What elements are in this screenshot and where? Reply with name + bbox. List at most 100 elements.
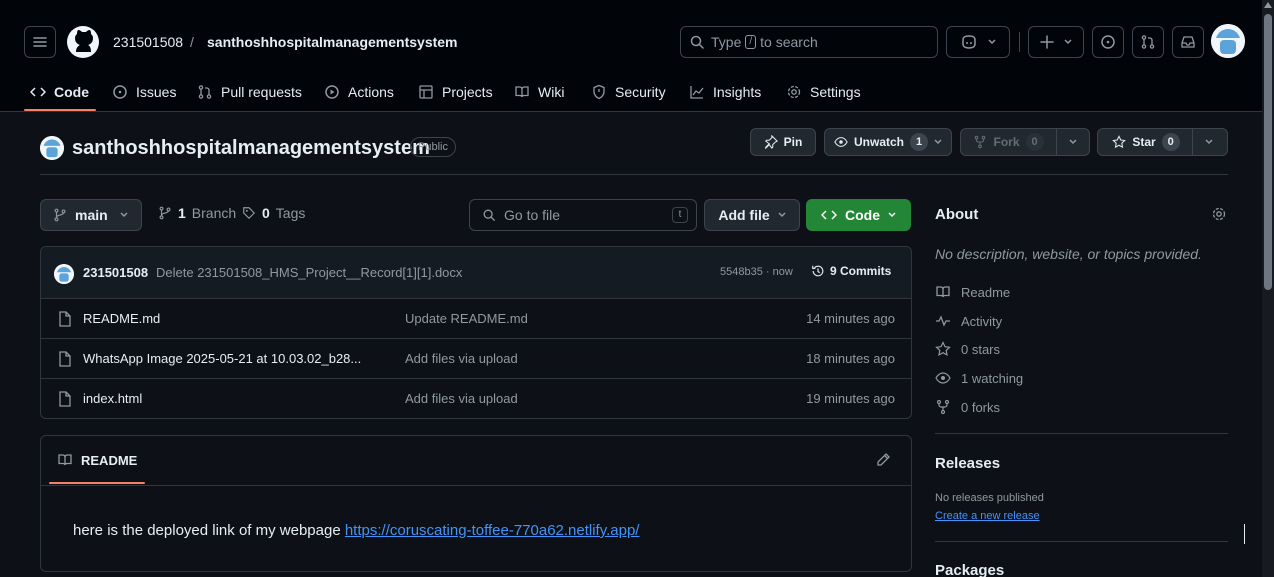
table-row[interactable]: WhatsApp Image 2025-05-21 at 10.03.02_b2… xyxy=(41,339,911,379)
readme-link[interactable]: Readme xyxy=(935,284,1010,300)
activity-link[interactable]: Activity xyxy=(935,313,1002,329)
avatar[interactable] xyxy=(1211,24,1245,58)
fork-icon xyxy=(936,399,950,415)
add-file-button[interactable]: Add file xyxy=(704,199,800,231)
top-bar: 231501508 / santhoshhospitalmanagementsy… xyxy=(0,0,1262,72)
scrollbar-thumb[interactable] xyxy=(1264,14,1272,290)
readme-tab[interactable]: README xyxy=(57,452,137,468)
go-to-file-input[interactable]: Go to file t xyxy=(469,199,697,231)
scrollbar[interactable] xyxy=(1262,0,1274,577)
create-release-link[interactable]: Create a new release xyxy=(935,510,1040,522)
play-icon xyxy=(325,85,339,99)
about-description: No description, website, or topics provi… xyxy=(935,246,1202,262)
tab-projects[interactable]: Projects xyxy=(418,80,493,104)
watch-counter: 1 xyxy=(910,133,928,151)
tab-label: Settings xyxy=(810,84,861,100)
stars-link[interactable]: 0 stars xyxy=(935,341,1000,357)
scroll-up-arrow-icon[interactable] xyxy=(1264,2,1272,8)
inbox-button[interactable] xyxy=(1172,26,1204,58)
file-icon xyxy=(59,391,71,407)
sidebar-item-label: 0 stars xyxy=(961,341,1001,357)
search-icon xyxy=(690,35,704,49)
fork-button[interactable]: Fork 0 xyxy=(960,128,1090,156)
table-row[interactable]: README.md Update README.md 14 minutes ag… xyxy=(41,299,911,339)
tab-security[interactable]: Security xyxy=(591,80,666,104)
tab-label: Wiki xyxy=(538,84,565,100)
pin-icon xyxy=(764,135,778,149)
sidebar-item-label: Readme xyxy=(961,284,1011,300)
deployed-link[interactable]: https://coruscating-toffee-770a62.netlif… xyxy=(345,522,640,539)
tab-pull-requests[interactable]: Pull requests xyxy=(197,80,302,104)
search-prefix: Type xyxy=(711,34,742,50)
pin-label: Pin xyxy=(783,135,803,149)
github-logo[interactable] xyxy=(66,25,100,59)
pulse-icon xyxy=(936,315,950,327)
tab-insights[interactable]: Insights xyxy=(689,80,761,104)
commit-author-avatar[interactable] xyxy=(54,264,74,284)
packages-heading[interactable]: Packages xyxy=(935,562,1004,577)
gear-icon xyxy=(787,85,801,99)
unwatch-button[interactable]: Unwatch 1 xyxy=(824,128,952,156)
pin-button[interactable]: Pin xyxy=(750,128,816,156)
tab-wiki[interactable]: Wiki xyxy=(514,80,564,104)
commit-message[interactable]: Delete 231501508_HMS_Project__Record[1][… xyxy=(156,265,462,280)
breadcrumb-owner[interactable]: 231501508 xyxy=(113,32,183,52)
file-name[interactable]: README.md xyxy=(83,311,160,326)
tab-actions[interactable]: Actions xyxy=(324,80,394,104)
branch-select-button[interactable]: main xyxy=(40,199,142,231)
tab-label: Projects xyxy=(442,84,493,100)
plus-icon xyxy=(1040,35,1054,49)
readme-text: here is the deployed link of my webpage xyxy=(73,522,345,539)
branch-icon xyxy=(54,208,66,222)
star-button[interactable]: Star 0 xyxy=(1097,128,1228,156)
tab-label: Insights xyxy=(713,84,762,100)
forks-link[interactable]: 0 forks xyxy=(935,399,1000,415)
commits-history-link[interactable]: 9 Commits xyxy=(811,264,891,278)
book-icon xyxy=(936,286,950,298)
issue-icon xyxy=(113,85,127,99)
commit-author[interactable]: 231501508 xyxy=(83,265,148,280)
active-tab-indicator xyxy=(24,109,96,111)
tab-settings[interactable]: Settings xyxy=(786,80,861,104)
hamburger-icon[interactable] xyxy=(24,26,56,58)
file-name[interactable]: index.html xyxy=(83,391,142,406)
table-row[interactable]: index.html Add files via upload 19 minut… xyxy=(41,379,911,418)
commit-hash[interactable]: 5548b35 · now xyxy=(720,266,793,278)
add-file-label: Add file xyxy=(718,207,770,223)
releases-heading[interactable]: Releases xyxy=(935,455,1000,472)
branches-link[interactable]: 1 Branch xyxy=(158,205,236,221)
tab-issues[interactable]: Issues xyxy=(112,80,176,104)
pencil-icon[interactable] xyxy=(875,452,891,468)
fork-counter: 0 xyxy=(1025,133,1044,151)
sidebar-item-label: Activity xyxy=(961,313,1003,329)
graph-icon xyxy=(690,86,704,99)
file-commit-message[interactable]: Update README.md xyxy=(405,311,528,326)
watching-link[interactable]: 1 watching xyxy=(935,370,1023,386)
create-new-button[interactable] xyxy=(1028,26,1084,58)
tags-link[interactable]: 0 Tags xyxy=(242,205,305,221)
issues-button[interactable] xyxy=(1092,26,1124,58)
file-commit-message[interactable]: Add files via upload xyxy=(405,351,518,366)
tags-count: 0 xyxy=(262,205,270,221)
tab-code[interactable]: Code xyxy=(30,80,89,104)
tab-label: Issues xyxy=(136,84,177,100)
chevron-down-icon xyxy=(120,212,128,218)
eye-icon xyxy=(935,372,951,384)
gear-icon[interactable] xyxy=(1211,206,1227,222)
go-to-file-shortcut: t xyxy=(672,207,688,223)
pull-requests-button[interactable] xyxy=(1132,26,1164,58)
tab-label: Security xyxy=(615,84,666,100)
search-input[interactable]: Type / to search xyxy=(680,26,938,58)
repo-owner-avatar[interactable] xyxy=(40,136,64,160)
code-icon xyxy=(30,87,46,97)
breadcrumb-repo[interactable]: santhoshhospitalmanagementsystem xyxy=(207,32,458,52)
tab-label: Code xyxy=(54,84,89,100)
copilot-button[interactable] xyxy=(946,26,1010,58)
file-name[interactable]: WhatsApp Image 2025-05-21 at 10.03.02_b2… xyxy=(83,351,361,366)
file-commit-message[interactable]: Add files via upload xyxy=(405,391,518,406)
file-updated-time: 19 minutes ago xyxy=(806,391,895,406)
sidebar-item-label: 1 watching xyxy=(961,370,1024,386)
search-shortcut-key: / xyxy=(745,35,757,49)
repo-title[interactable]: santhoshhospitalmanagementsystem xyxy=(72,136,430,160)
code-dropdown-button[interactable]: Code xyxy=(806,199,911,231)
